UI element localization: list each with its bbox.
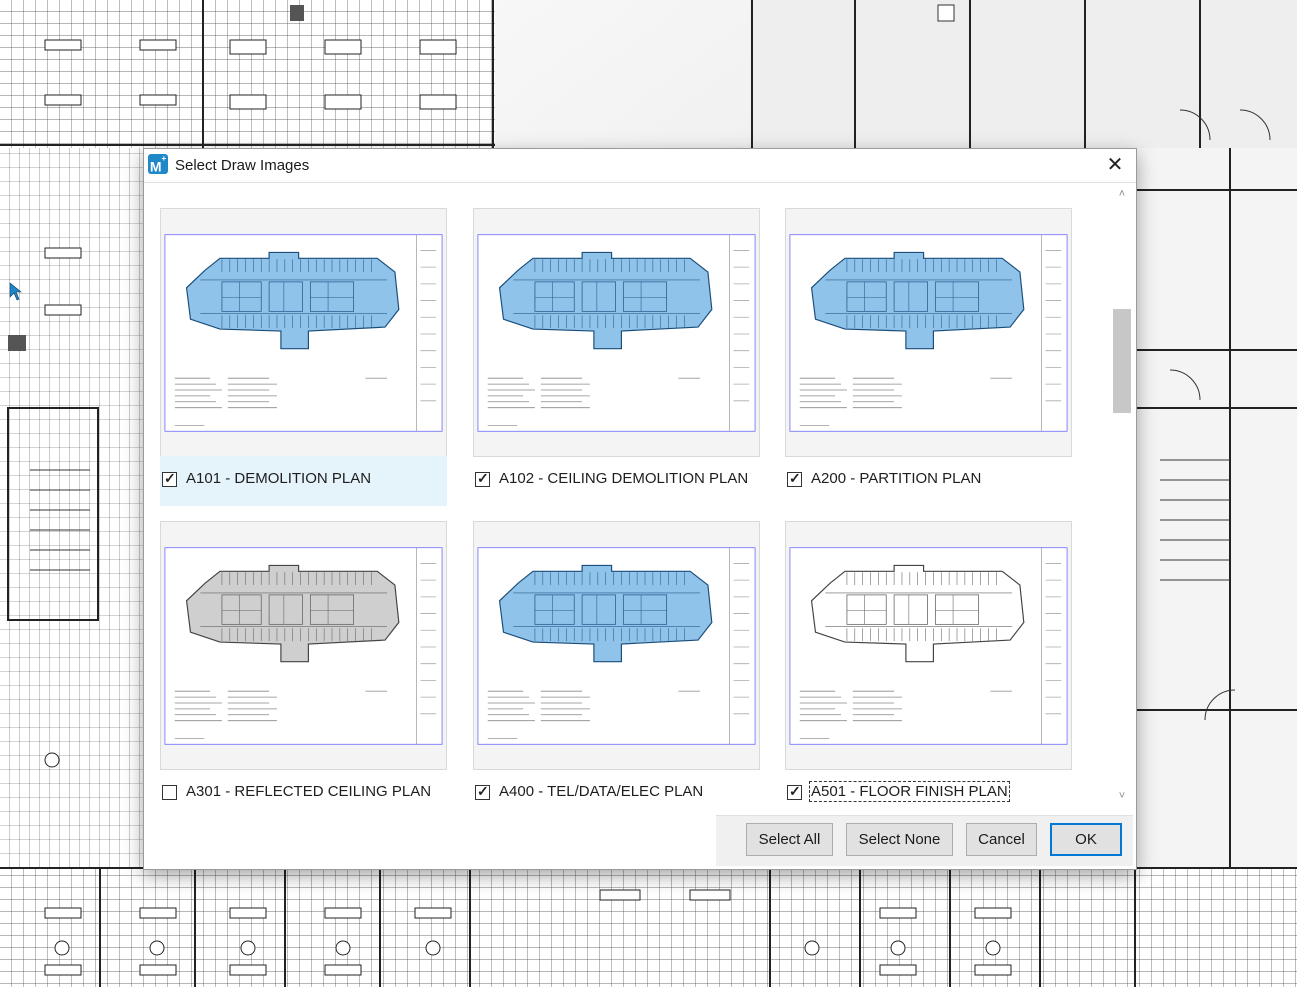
drawing-label[interactable]: A301 - REFLECTED CEILING PLAN	[186, 783, 431, 800]
drawing-label-row[interactable]: ✓ A400 - TEL/DATA/ELEC PLAN	[473, 769, 760, 807]
floor-plan-preview	[477, 547, 756, 745]
drawing-item[interactable]: ✓ A101 - DEMOLITION PLAN	[160, 208, 447, 508]
drawing-checkbox[interactable]	[162, 785, 177, 800]
select-draw-images-dialog: M+ Select Draw Images ✕ ✓ A101 - DEMOLITI…	[143, 148, 1137, 870]
checkmark-icon: ✓	[477, 783, 489, 799]
drawing-thumbnail[interactable]	[473, 208, 760, 457]
checkmark-icon: ✓	[477, 470, 489, 486]
close-icon[interactable]: ✕	[1094, 149, 1136, 182]
checkmark-icon: ✓	[789, 783, 801, 799]
dialog-title: Select Draw Images	[175, 157, 310, 174]
vertical-scrollbar[interactable]: ˄ ˅	[1111, 183, 1133, 807]
drawing-item[interactable]: ✓ A501 - FLOOR FINISH PLAN	[785, 521, 1072, 807]
drawing-thumbnail[interactable]	[785, 521, 1072, 770]
select-all-button[interactable]: Select All	[746, 823, 833, 856]
ok-button[interactable]: OK	[1050, 823, 1122, 856]
m-logo-icon: M+	[148, 154, 168, 175]
drawing-thumbnail[interactable]	[785, 208, 1072, 457]
drawing-label[interactable]: A400 - TEL/DATA/ELEC PLAN	[499, 783, 703, 800]
drawing-label-row[interactable]: ✓ A501 - FLOOR FINISH PLAN	[785, 769, 1072, 807]
drawing-checkbox[interactable]: ✓	[162, 470, 177, 487]
floor-plan-preview	[164, 547, 443, 745]
drawing-item[interactable]: ✓ A102 - CEILING DEMOLITION PLAN	[473, 208, 760, 508]
drawing-label-row[interactable]: ✓ A200 - PARTITION PLAN	[785, 456, 1072, 506]
drawing-label-row[interactable]: ✓ A101 - DEMOLITION PLAN	[160, 456, 447, 506]
drawing-thumbnail[interactable]	[160, 208, 447, 457]
drawing-thumbnail[interactable]	[160, 521, 447, 770]
drawing-label-row[interactable]: A301 - REFLECTED CEILING PLAN	[160, 769, 447, 807]
drawing-checkbox[interactable]: ✓	[475, 470, 490, 487]
drawing-label[interactable]: A200 - PARTITION PLAN	[811, 470, 981, 487]
dialog-footer: Select All Select None Cancel OK	[716, 815, 1133, 866]
chevron-down-icon[interactable]: ˅	[1111, 787, 1133, 805]
scroll-thumb[interactable]	[1113, 309, 1131, 413]
thumbnail-grid[interactable]: ✓ A101 - DEMOLITION PLAN ✓ A102 - CEILING D…	[145, 183, 1112, 807]
drawing-label[interactable]: A501 - FLOOR FINISH PLAN	[809, 781, 1010, 802]
drawing-label-row[interactable]: ✓ A102 - CEILING DEMOLITION PLAN	[473, 456, 760, 506]
dialog-title-bar[interactable]: M+ Select Draw Images ✕	[144, 149, 1136, 183]
chevron-up-icon[interactable]: ˄	[1111, 185, 1133, 203]
floor-plan-preview	[477, 234, 756, 432]
drawing-checkbox[interactable]: ✓	[787, 783, 802, 800]
drawing-item[interactable]: A301 - REFLECTED CEILING PLAN	[160, 521, 447, 807]
cancel-button[interactable]: Cancel	[966, 823, 1037, 856]
floor-plan-preview	[789, 234, 1068, 432]
floor-plan-preview	[164, 234, 443, 432]
drawing-item[interactable]: ✓ A200 - PARTITION PLAN	[785, 208, 1072, 508]
drawing-thumbnail[interactable]	[473, 521, 760, 770]
select-none-button[interactable]: Select None	[846, 823, 953, 856]
drawing-checkbox[interactable]: ✓	[475, 783, 490, 800]
floor-plan-preview	[789, 547, 1068, 745]
checkmark-icon: ✓	[789, 470, 801, 486]
drawing-item[interactable]: ✓ A400 - TEL/DATA/ELEC PLAN	[473, 521, 760, 807]
drawing-checkbox[interactable]: ✓	[787, 470, 802, 487]
checkmark-icon: ✓	[164, 470, 176, 486]
drawing-label[interactable]: A101 - DEMOLITION PLAN	[186, 470, 371, 487]
drawing-label[interactable]: A102 - CEILING DEMOLITION PLAN	[499, 470, 748, 487]
